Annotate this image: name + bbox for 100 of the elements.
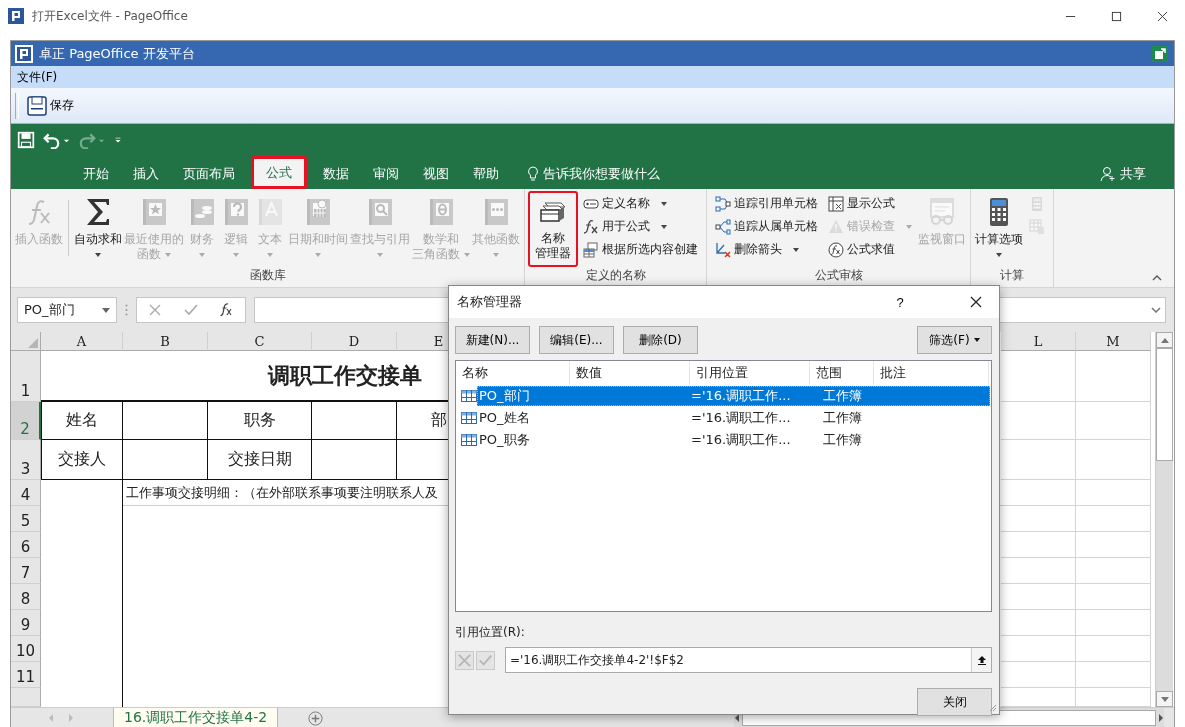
- name-text: PO_部门: [478, 387, 531, 405]
- ribbon-button[interactable]: 定义名称: [581, 194, 700, 213]
- ribbon-button[interactable]: 追踪从属单元格: [713, 217, 820, 236]
- help-button[interactable]: ?: [877, 286, 923, 318]
- cancel-button[interactable]: [455, 650, 474, 670]
- row-header[interactable]: 11: [11, 662, 41, 688]
- sheet-tab[interactable]: 16.调职工作交接单4-2: [113, 708, 279, 727]
- chevron-up-icon: [1152, 275, 1162, 281]
- confirm-button[interactable]: [476, 650, 495, 670]
- column-header[interactable]: 范围: [810, 361, 874, 385]
- ribbon-button[interactable]: 根据所选内容创建: [581, 240, 700, 259]
- list-row[interactable]: PO_部门 ='16.调职工作... 工作簿: [477, 386, 990, 406]
- row-header[interactable]: 10: [11, 636, 41, 662]
- scroll-right-icon: [1158, 714, 1164, 722]
- function-icon: [220, 303, 234, 317]
- dialog-button[interactable]: 删除(D): [623, 326, 698, 354]
- close-dialog-button[interactable]: 关闭: [917, 688, 992, 716]
- ribbon-button[interactable]: 名称 管理器: [528, 191, 578, 267]
- group-label: 定义的名称: [584, 267, 647, 284]
- column-header[interactable]: 名称: [456, 361, 570, 385]
- column-header[interactable]: B: [123, 332, 208, 351]
- vertical-scrollbar[interactable]: [1155, 332, 1173, 707]
- row-header[interactable]: 7: [11, 558, 41, 584]
- name-text: PO_职务: [478, 431, 531, 449]
- app-icon: [8, 8, 24, 24]
- row-header[interactable]: 1: [11, 351, 41, 402]
- ribbon-button[interactable]: 公式求值: [826, 240, 914, 259]
- ribbon-tab[interactable]: 视图: [411, 159, 461, 189]
- menu-item[interactable]: 文件(F): [15, 68, 60, 86]
- previous-sheet-button[interactable]: [48, 714, 54, 722]
- maximize-icon: [1110, 10, 1122, 22]
- ribbon-tab[interactable]: 插入: [121, 159, 171, 189]
- ribbon-button[interactable]: 删除箭头: [713, 240, 820, 259]
- table-icon: [583, 241, 599, 258]
- name-box[interactable]: PO_部门: [17, 297, 117, 323]
- share-button[interactable]: 共享: [1094, 159, 1152, 189]
- plus-circle-icon: [308, 710, 324, 726]
- ribbon-tab[interactable]: 公式: [251, 156, 307, 189]
- trace-arrows-icon: [715, 195, 731, 212]
- function-icon: [583, 218, 599, 235]
- row-header[interactable]: 5: [11, 506, 41, 532]
- save-button[interactable]: [17, 131, 35, 149]
- lightbulb-icon: [527, 166, 539, 182]
- cross-icon: [455, 650, 474, 670]
- insert-function-button[interactable]: [220, 303, 234, 317]
- column-header[interactable]: A: [41, 332, 123, 351]
- app-title: 卓正 PageOffice 开发平台: [39, 44, 195, 63]
- add-sheet-button[interactable]: [308, 708, 324, 727]
- ribbon-tab[interactable]: 审阅: [361, 159, 411, 189]
- row-header[interactable]: 2: [11, 402, 41, 440]
- ribbon-button[interactable]: 用于公式: [581, 217, 700, 236]
- collapse-dialog-button[interactable]: [971, 648, 991, 672]
- reference-field[interactable]: ='16.调职工作交接单4-2'!$F$2: [505, 647, 992, 673]
- row-header[interactable]: [11, 688, 41, 707]
- cross-icon: [148, 303, 162, 317]
- row-header[interactable]: 4: [11, 480, 41, 506]
- next-sheet-button[interactable]: [68, 714, 74, 722]
- cancel-button[interactable]: [148, 303, 162, 317]
- column-header[interactable]: 数值: [570, 361, 690, 385]
- ribbon-button[interactable]: 追踪引用单元格: [713, 194, 820, 213]
- enter-button[interactable]: [184, 303, 198, 317]
- ribbon-tab[interactable]: 帮助: [461, 159, 511, 189]
- scroll-up-button[interactable]: [1156, 332, 1173, 348]
- restore-button[interactable]: [1150, 43, 1170, 64]
- filter-button[interactable]: 筛选(F): [917, 326, 992, 354]
- row-header[interactable]: 8: [11, 584, 41, 610]
- ribbon-button[interactable]: 计算选项: [974, 194, 1024, 257]
- group-label: 函数库: [248, 267, 287, 284]
- select-all-button[interactable]: [11, 332, 41, 351]
- row-header[interactable]: 3: [11, 440, 41, 480]
- dropdown-icon: [102, 307, 110, 313]
- undo-button[interactable]: [43, 131, 70, 149]
- tell-me-search[interactable]: 告诉我你想要做什么: [521, 159, 666, 189]
- field-label: 引用位置(R):: [455, 624, 526, 641]
- ribbon-tab[interactable]: 数据: [311, 159, 361, 189]
- scroll-down-button[interactable]: [1156, 691, 1173, 707]
- upload-arrow-icon: [976, 655, 987, 665]
- ribbon-tab[interactable]: 开始: [71, 159, 121, 189]
- column-header[interactable]: M: [1076, 332, 1151, 351]
- row-header[interactable]: 6: [11, 532, 41, 558]
- ribbon-button[interactable]: 自动求和: [73, 194, 123, 257]
- column-header[interactable]: C: [208, 332, 312, 351]
- app-icon: [15, 44, 33, 63]
- save-button[interactable]: 保存: [25, 95, 76, 116]
- group-label: 公式审核: [813, 267, 864, 284]
- dialog-button[interactable]: 编辑(E)...: [539, 326, 614, 354]
- collapse-ribbon-button[interactable]: [1152, 275, 1162, 281]
- ribbon-tab[interactable]: 页面布局: [171, 159, 247, 189]
- dialog-button[interactable]: 新建(N)...: [455, 326, 530, 354]
- column-header[interactable]: D: [312, 332, 397, 351]
- ribbon-button[interactable]: 显示公式: [826, 194, 914, 213]
- column-header[interactable]: 批注: [874, 361, 989, 385]
- row-header[interactable]: 9: [11, 610, 41, 636]
- caret-icon: [973, 338, 980, 342]
- column-header[interactable]: L: [1001, 332, 1076, 351]
- reference-text: ='16.调职工作...: [691, 431, 792, 449]
- scroll-thumb[interactable]: [1156, 348, 1173, 461]
- table-icon: [461, 434, 477, 446]
- close-icon: [970, 296, 982, 308]
- column-header[interactable]: 引用位置: [690, 361, 810, 385]
